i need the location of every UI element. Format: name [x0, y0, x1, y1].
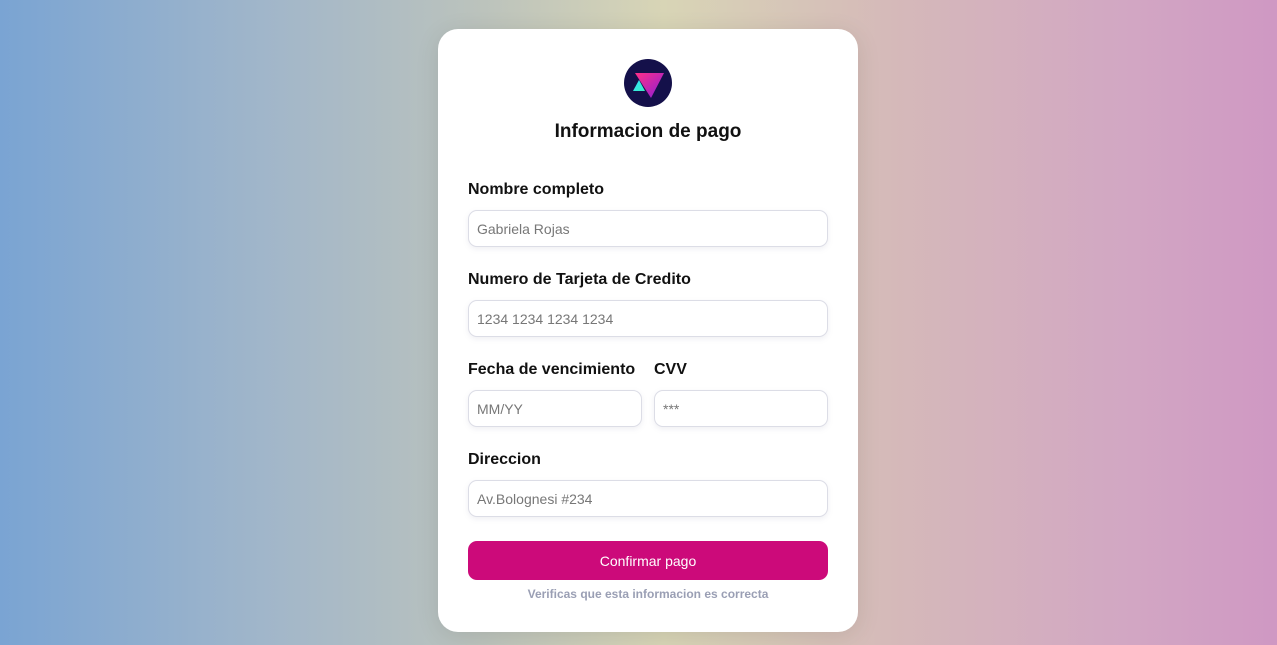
card-number-field[interactable] [468, 300, 828, 337]
cvv-field[interactable] [654, 390, 828, 427]
name-label: Nombre completo [468, 181, 605, 198]
address-field[interactable] [468, 480, 828, 517]
expiry-field[interactable] [468, 390, 642, 427]
cvv-label: CVV [654, 361, 687, 378]
page-title: Informacion de pago [554, 121, 742, 142]
triangle-logo-icon [624, 59, 672, 107]
expiry-label: Fecha de vencimiento [468, 361, 636, 378]
payment-card: Informacion de pago Nombre completo Nume… [438, 29, 858, 632]
verification-note: Verificas que esta informacion es correc… [527, 587, 769, 601]
confirm-payment-button[interactable]: Confirmar pago [468, 541, 828, 580]
address-label: Direccion [468, 451, 541, 468]
name-field[interactable] [468, 210, 828, 247]
card-number-label: Numero de Tarjeta de Credito [468, 271, 691, 288]
